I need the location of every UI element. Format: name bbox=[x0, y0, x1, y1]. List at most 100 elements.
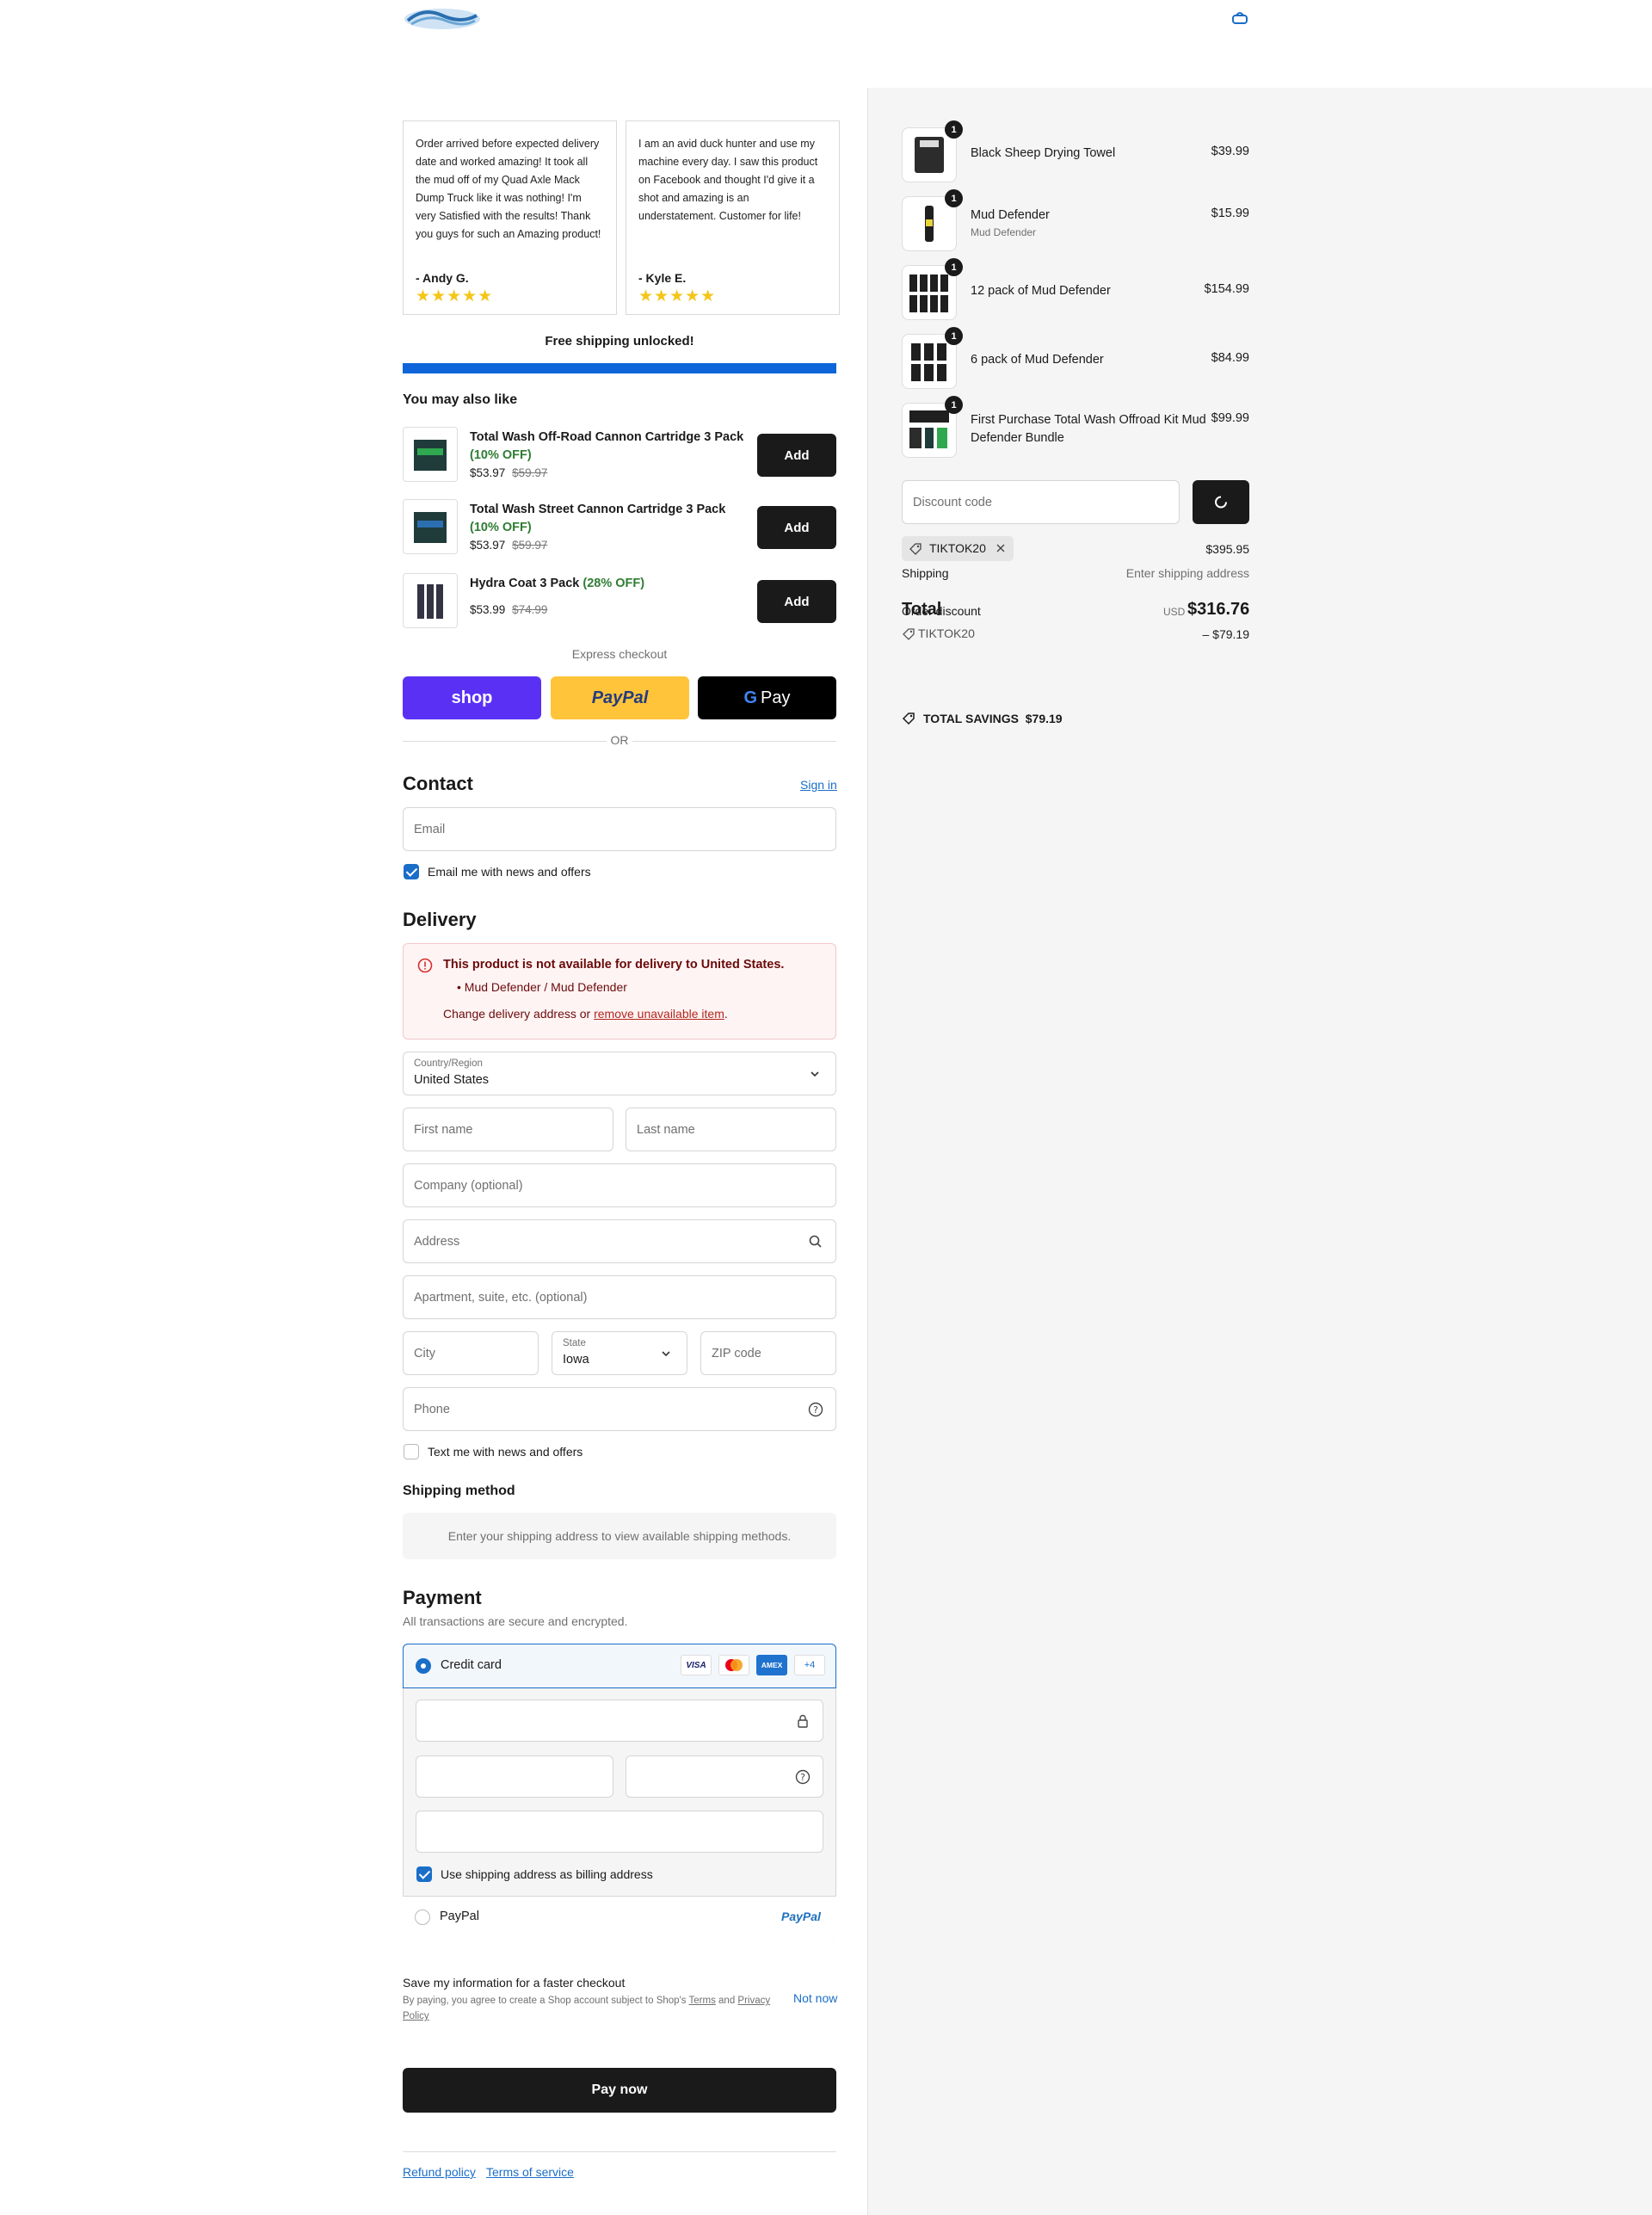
country-label: Country/Region bbox=[414, 1058, 483, 1069]
paypal-label: PayPal bbox=[440, 1910, 479, 1923]
quantity-badge: 1 bbox=[945, 189, 963, 207]
mastercard-icon bbox=[718, 1655, 749, 1675]
star-rating-icon: ★★★★★ bbox=[638, 287, 717, 305]
summary-line-item: 1 Black Sheep Drying Towel $39.99 bbox=[902, 120, 1249, 182]
name-on-card-field[interactable] bbox=[416, 1811, 823, 1853]
zip-field[interactable]: ZIP code bbox=[700, 1331, 836, 1375]
quantity-badge: 1 bbox=[945, 258, 963, 276]
review-text: Order arrived before expected delivery d… bbox=[416, 138, 601, 240]
add-upsell-button[interactable]: Add bbox=[757, 580, 836, 623]
last-name-field[interactable]: Last name bbox=[626, 1108, 836, 1151]
upsell-title: You may also like bbox=[403, 392, 518, 407]
lock-icon bbox=[795, 1713, 811, 1729]
phone-field[interactable]: Phone ? bbox=[403, 1387, 836, 1431]
upsell-price: $53.99 bbox=[470, 603, 506, 616]
close-icon[interactable] bbox=[995, 542, 1007, 557]
summary-item-price: $39.99 bbox=[1211, 145, 1249, 158]
company-field[interactable]: Company (optional) bbox=[403, 1163, 836, 1207]
upsell-compare-price: $74.99 bbox=[512, 603, 548, 616]
email-news-checkbox[interactable] bbox=[404, 864, 419, 879]
warning-change-text: Change delivery address or bbox=[443, 1007, 595, 1021]
currency-label: USD bbox=[1163, 606, 1186, 618]
upsell-item: Total Wash Off-Road Cannon Cartridge 3 P… bbox=[403, 427, 836, 484]
tag-icon bbox=[902, 627, 915, 644]
shipping-method-placeholder: Enter your shipping address to view avai… bbox=[403, 1513, 836, 1559]
remove-unavailable-item-link[interactable]: remove unavailable item bbox=[594, 1007, 724, 1021]
country-select[interactable]: Country/Region United States bbox=[403, 1052, 836, 1095]
total-savings-label: TOTAL SAVINGS bbox=[923, 712, 1019, 725]
divider bbox=[403, 2151, 836, 2152]
total-value: $316.76 bbox=[1187, 600, 1250, 619]
free-shipping-message: Free shipping unlocked! bbox=[545, 334, 694, 349]
sign-in-link[interactable]: Sign in bbox=[800, 778, 837, 792]
billing-same-checkbox[interactable] bbox=[416, 1866, 432, 1882]
upsell-compare-price: $59.97 bbox=[512, 466, 548, 479]
card-expiry-field[interactable] bbox=[416, 1755, 613, 1798]
or-divider-label: OR bbox=[607, 733, 632, 747]
pay-now-button[interactable]: Pay now bbox=[403, 2068, 836, 2113]
help-circle-icon[interactable]: ? bbox=[808, 1402, 823, 1417]
apartment-field[interactable]: Apartment, suite, etc. (optional) bbox=[403, 1275, 836, 1319]
summary-item-price: $15.99 bbox=[1211, 207, 1249, 220]
phone-placeholder: Phone bbox=[414, 1402, 450, 1416]
add-upsell-button[interactable]: Add bbox=[757, 434, 836, 477]
product-image bbox=[403, 427, 458, 482]
summary-line-item: 1 Mud Defender Mud Defender $15.99 bbox=[902, 189, 1249, 251]
google-g-icon: G bbox=[743, 688, 758, 707]
summary-item-name: 12 pack of Mud Defender bbox=[971, 284, 1111, 298]
upsell-price: $53.97 bbox=[470, 539, 506, 552]
credit-card-label: Credit card bbox=[441, 1658, 502, 1672]
email-field[interactable]: Email bbox=[403, 807, 836, 851]
visa-icon: VISA bbox=[681, 1655, 712, 1675]
card-security-code-field[interactable]: ? bbox=[626, 1755, 823, 1798]
radio-selected[interactable] bbox=[416, 1658, 431, 1674]
summary-item-name: Mud Defender bbox=[971, 208, 1050, 222]
card-number-field[interactable] bbox=[416, 1700, 823, 1742]
terms-of-service-link[interactable]: Terms of service bbox=[486, 2165, 574, 2179]
text-news-checkbox[interactable] bbox=[404, 1444, 419, 1459]
total-savings: TOTAL SAVINGS $79.19 bbox=[923, 712, 1063, 725]
shop-pay-button[interactable]: shop bbox=[403, 676, 541, 719]
address-field[interactable]: Address bbox=[403, 1219, 836, 1263]
refund-policy-link[interactable]: Refund policy bbox=[403, 2165, 476, 2179]
google-pay-button[interactable]: G Pay bbox=[698, 676, 836, 719]
state-value: Iowa bbox=[563, 1353, 589, 1367]
not-now-button[interactable]: Not now bbox=[793, 1991, 837, 2005]
discount-tag-label: TIKTOK20 bbox=[929, 541, 986, 555]
credit-card-option[interactable]: Credit card VISA AMEX +4 bbox=[403, 1644, 836, 1688]
tag-icon bbox=[902, 712, 915, 728]
more-cards-badge: +4 bbox=[794, 1655, 825, 1675]
quantity-badge: 1 bbox=[945, 396, 963, 414]
add-upsell-button[interactable]: Add bbox=[757, 506, 836, 549]
tag-icon bbox=[909, 542, 922, 558]
product-image bbox=[403, 573, 458, 628]
apply-discount-button[interactable] bbox=[1193, 480, 1249, 524]
wave-logo-icon[interactable] bbox=[403, 3, 482, 34]
upsell-name: Total Wash Off-Road Cannon Cartridge 3 P… bbox=[470, 430, 744, 444]
shopping-bag-icon[interactable] bbox=[1230, 10, 1249, 26]
help-circle-icon[interactable]: ? bbox=[795, 1769, 811, 1785]
payment-subtitle: All transactions are secure and encrypte… bbox=[403, 1614, 628, 1628]
review-author: - Andy G. bbox=[416, 271, 469, 285]
shipping-label: Shipping bbox=[902, 566, 949, 580]
discount-code-field[interactable]: Discount code bbox=[902, 480, 1180, 524]
upsell-name: Hydra Coat 3 Pack bbox=[470, 577, 580, 590]
terms-link[interactable]: Terms bbox=[689, 1996, 716, 2006]
paypal-express-button[interactable]: PayPal bbox=[551, 676, 689, 719]
upsell-compare-price: $59.97 bbox=[512, 539, 548, 552]
city-field[interactable]: City bbox=[403, 1331, 539, 1375]
shipping-progress-bar bbox=[403, 363, 836, 373]
summary-item-name: 6 pack of Mud Defender bbox=[971, 353, 1104, 367]
star-rating-icon: ★★★★★ bbox=[416, 287, 494, 305]
first-name-field[interactable]: First name bbox=[403, 1108, 613, 1151]
search-icon[interactable] bbox=[808, 1234, 823, 1249]
shipping-value: Enter shipping address bbox=[1125, 566, 1249, 580]
paypal-option[interactable]: PayPal PayPal bbox=[403, 1897, 836, 1939]
state-select[interactable]: State Iowa bbox=[552, 1331, 687, 1375]
svg-text:?: ? bbox=[800, 1772, 805, 1783]
payment-title: Payment bbox=[403, 1587, 482, 1608]
summary-line-item: 1 12 pack of Mud Defender $154.99 bbox=[902, 258, 1249, 320]
radio-unselected[interactable] bbox=[415, 1910, 430, 1925]
upsell-item: Total Wash Street Cannon Cartridge 3 Pac… bbox=[403, 499, 836, 556]
express-checkout-label: Express checkout bbox=[571, 647, 668, 661]
